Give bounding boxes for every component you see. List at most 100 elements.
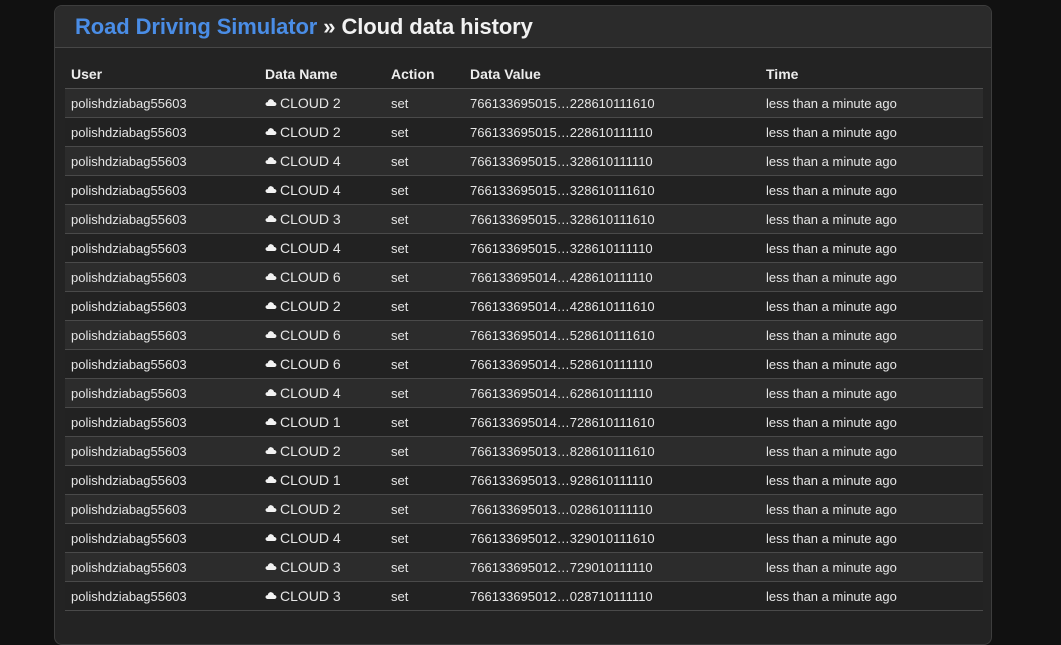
action-cell: set	[385, 523, 464, 553]
time-cell: less than a minute ago	[760, 233, 983, 263]
data-name-cell: CLOUD 2	[259, 117, 385, 147]
action-cell: set	[385, 494, 464, 524]
column-header-data-name[interactable]: Data Name	[259, 59, 385, 89]
table-row: polishdziabag55603 CLOUD 4 set 766133695015…	[65, 175, 983, 205]
column-header-data-value[interactable]: Data Value	[464, 59, 760, 89]
column-header-time[interactable]: Time	[760, 59, 983, 89]
time-cell: less than a minute ago	[760, 88, 983, 118]
data-name-cell: CLOUD 1	[259, 465, 385, 495]
user-cell[interactable]: polishdziabag55603	[65, 175, 259, 205]
column-header-action[interactable]: Action	[385, 59, 464, 89]
table-row: polishdziabag55603 CLOUD 6 set 766133695014…	[65, 262, 983, 292]
time-cell: less than a minute ago	[760, 146, 983, 176]
table-row: polishdziabag55603 CLOUD 2 set 766133695014…	[65, 291, 983, 321]
cloud-history-panel: Road Driving Simulator » Cloud data hist…	[54, 5, 992, 645]
user-cell[interactable]: polishdziabag55603	[65, 291, 259, 321]
time-cell: less than a minute ago	[760, 436, 983, 466]
cloud-icon	[265, 124, 277, 135]
cloud-icon	[265, 414, 277, 425]
cloud-icon	[265, 182, 277, 193]
data-value-cell: 766133695015…328610111110	[464, 146, 760, 176]
time-cell: less than a minute ago	[760, 175, 983, 205]
table-row: polishdziabag55603 CLOUD 2 set 766133695013…	[65, 494, 983, 524]
user-cell[interactable]: polishdziabag55603	[65, 117, 259, 147]
time-cell: less than a minute ago	[760, 378, 983, 408]
user-cell[interactable]: polishdziabag55603	[65, 407, 259, 437]
action-cell: set	[385, 233, 464, 263]
variable-name: CLOUD 2	[280, 124, 341, 140]
user-cell[interactable]: polishdziabag55603	[65, 465, 259, 495]
cloud-icon	[265, 501, 277, 512]
cloud-icon	[265, 530, 277, 541]
variable-name: CLOUD 4	[280, 153, 341, 169]
data-value-cell: 766133695015…328610111110	[464, 233, 760, 263]
cloud-icon	[265, 588, 277, 599]
user-cell[interactable]: polishdziabag55603	[65, 204, 259, 234]
data-value-cell: 766133695013…828610111610	[464, 436, 760, 466]
data-value-cell: 766133695015…328610111610	[464, 175, 760, 205]
data-value-cell: 766133695015…228610111610	[464, 88, 760, 118]
action-cell: set	[385, 117, 464, 147]
action-cell: set	[385, 291, 464, 321]
cloud-icon	[265, 356, 277, 367]
time-cell: less than a minute ago	[760, 320, 983, 350]
cloud-icon	[265, 240, 277, 251]
user-cell[interactable]: polishdziabag55603	[65, 494, 259, 524]
data-value-cell: 766133695012…729010111110	[464, 552, 760, 582]
data-name-cell: CLOUD 2	[259, 291, 385, 321]
data-name-cell: CLOUD 2	[259, 88, 385, 118]
action-cell: set	[385, 581, 464, 611]
cloud-icon	[265, 443, 277, 454]
time-cell: less than a minute ago	[760, 494, 983, 524]
user-cell[interactable]: polishdziabag55603	[65, 262, 259, 292]
project-title-link[interactable]: Road Driving Simulator	[75, 14, 317, 39]
page-heading: Cloud data history	[341, 13, 533, 39]
action-cell: set	[385, 88, 464, 118]
variable-name: CLOUD 4	[280, 530, 341, 546]
title-separator: »	[317, 13, 342, 39]
data-value-cell: 766133695014…628610111110	[464, 378, 760, 408]
user-cell[interactable]: polishdziabag55603	[65, 436, 259, 466]
action-cell: set	[385, 465, 464, 495]
action-cell: set	[385, 407, 464, 437]
user-cell[interactable]: polishdziabag55603	[65, 233, 259, 263]
column-header-user[interactable]: User	[65, 59, 259, 89]
cloud-icon	[265, 472, 277, 483]
table-row: polishdziabag55603 CLOUD 2 set 766133695015…	[65, 117, 983, 147]
user-cell[interactable]: polishdziabag55603	[65, 320, 259, 350]
action-cell: set	[385, 146, 464, 176]
data-name-cell: CLOUD 4	[259, 146, 385, 176]
time-cell: less than a minute ago	[760, 349, 983, 379]
user-cell[interactable]: polishdziabag55603	[65, 378, 259, 408]
action-cell: set	[385, 552, 464, 582]
cloud-icon	[265, 211, 277, 222]
cloud-history-table: User Data Name Action Data Value Time po…	[65, 59, 983, 611]
table-row: polishdziabag55603 CLOUD 1 set 766133695013…	[65, 465, 983, 495]
action-cell: set	[385, 262, 464, 292]
cloud-icon	[265, 559, 277, 570]
table-body: polishdziabag55603 CLOUD 2 set 766133695015…	[65, 88, 983, 611]
table-row: polishdziabag55603 CLOUD 4 set 766133695014…	[65, 378, 983, 408]
user-cell[interactable]: polishdziabag55603	[65, 146, 259, 176]
data-name-cell: CLOUD 1	[259, 407, 385, 437]
user-cell[interactable]: polishdziabag55603	[65, 523, 259, 553]
variable-name: CLOUD 2	[280, 443, 341, 459]
data-name-cell: CLOUD 6	[259, 320, 385, 350]
user-cell[interactable]: polishdziabag55603	[65, 581, 259, 611]
table-row: polishdziabag55603 CLOUD 6 set 766133695014…	[65, 320, 983, 350]
user-cell[interactable]: polishdziabag55603	[65, 552, 259, 582]
table-row: polishdziabag55603 CLOUD 3 set 766133695012…	[65, 581, 983, 611]
variable-name: CLOUD 1	[280, 472, 341, 488]
time-cell: less than a minute ago	[760, 262, 983, 292]
data-value-cell: 766133695014…428610111110	[464, 262, 760, 292]
data-value-cell: 766133695013…028610111110	[464, 494, 760, 524]
time-cell: less than a minute ago	[760, 523, 983, 553]
user-cell[interactable]: polishdziabag55603	[65, 88, 259, 118]
data-name-cell: CLOUD 2	[259, 494, 385, 524]
data-value-cell: 766133695015…328610111610	[464, 204, 760, 234]
variable-name: CLOUD 1	[280, 414, 341, 430]
variable-name: CLOUD 3	[280, 559, 341, 575]
time-cell: less than a minute ago	[760, 552, 983, 582]
data-value-cell: 766133695014…528610111110	[464, 349, 760, 379]
user-cell[interactable]: polishdziabag55603	[65, 349, 259, 379]
